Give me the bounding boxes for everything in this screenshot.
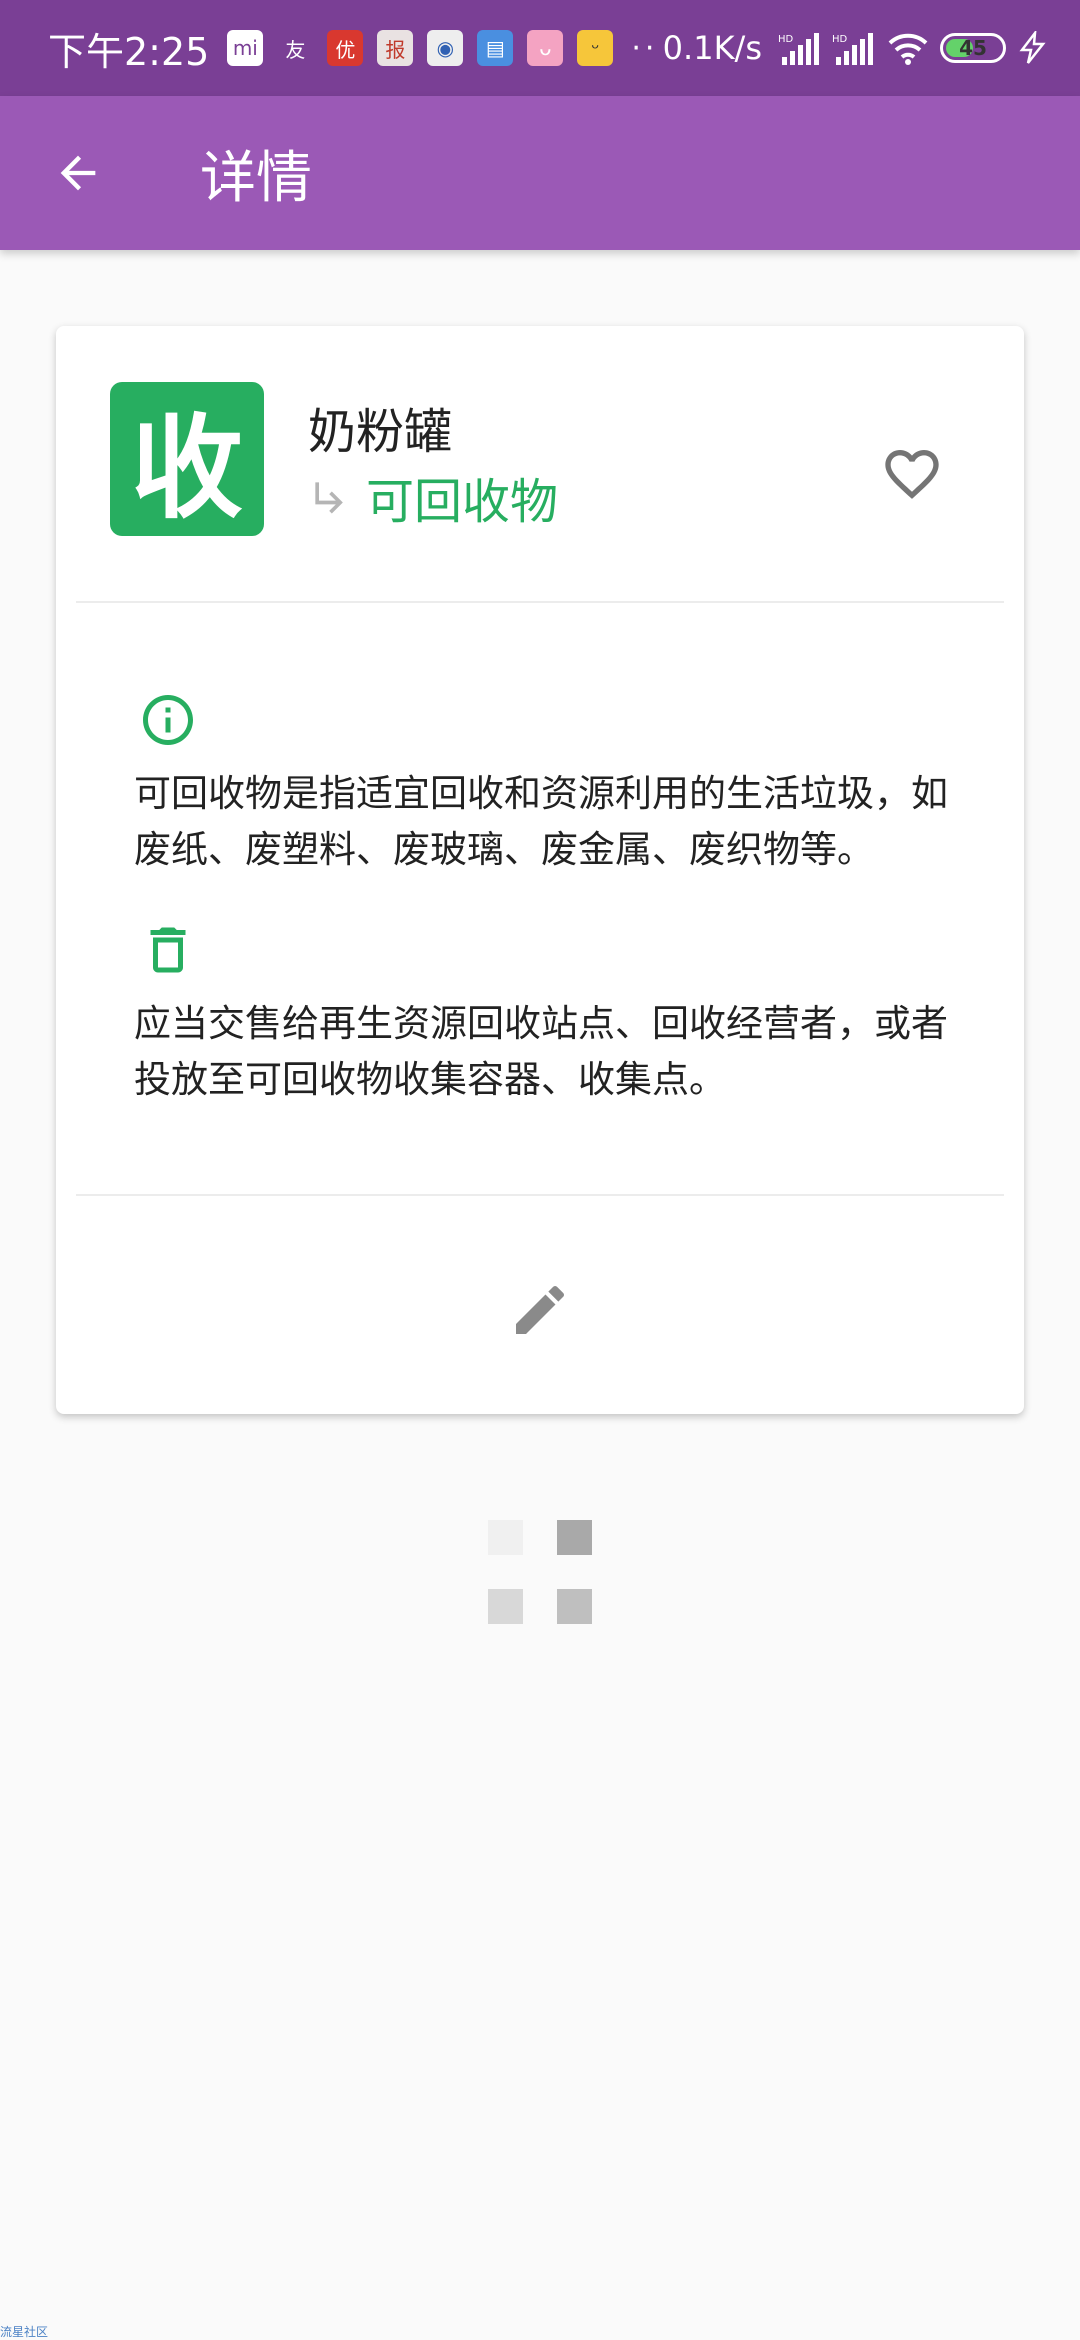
network-speed: 0.1K/s <box>662 29 762 67</box>
status-bar: 下午2:25 mi 友优报 ◉ ▤ ᴗ ᵕ ·· 0.1K/s HD HD 45 <box>0 0 1080 96</box>
loader-square <box>488 1520 523 1555</box>
category-name: 可回收物 <box>366 474 559 530</box>
watermark: 流星社区 <box>0 2325 49 2339</box>
svg-text:HD: HD <box>832 34 848 45</box>
friend-app-icon: 友 <box>285 37 306 62</box>
battery-icon: 45 <box>940 33 1006 63</box>
page-title: 详情 <box>200 145 312 211</box>
card-header: 收 奶粉罐 可回收物 <box>56 326 1024 602</box>
favorite-button[interactable] <box>876 438 948 510</box>
wifi-icon <box>888 33 928 65</box>
trash-icon <box>150 927 186 973</box>
status-right: 0.1K/s HD HD 45 <box>663 29 1050 67</box>
arrow-back-icon <box>60 155 96 191</box>
app-news-icon: 报 <box>377 30 414 66</box>
notification-icons: mi 友优报 ◉ ▤ ᴗ ᵕ <box>227 30 614 66</box>
category-badge: 收 <box>110 382 264 536</box>
signal-hd-icon-2: HD <box>832 33 873 65</box>
edit-button[interactable] <box>502 1272 578 1348</box>
loader-square <box>557 1589 592 1624</box>
svg-text:HD: HD <box>778 34 794 45</box>
disposal-section: 应当交售给再生资源回收站点、回收经营者，或者投放至可回收物收集容器、收集点。 <box>134 920 964 1108</box>
pencil-icon <box>516 1285 565 1334</box>
disposal-text: 应当交售给再生资源回收站点、回收经营者，或者投放至可回收物收集容器、收集点。 <box>134 1002 948 1101</box>
info-icon <box>143 695 193 745</box>
detail-card: 收 奶粉罐 可回收物 可回收物是指适宜回收和资源利用的生活垃圾，如废纸、废塑料、… <box>56 326 1024 1414</box>
app-yellow-icon: ᵕ <box>577 30 614 66</box>
definition-section: 可回收物是指适宜回收和资源利用的生活垃圾，如废纸、废塑料、废玻璃、废金属、废织物… <box>134 690 964 878</box>
definition-text: 可回收物是指适宜回收和资源利用的生活垃圾，如废纸、废塑料、废玻璃、废金属、废织物… <box>134 772 948 871</box>
divider-bottom <box>76 1194 1004 1196</box>
loader-square <box>557 1520 592 1555</box>
divider-top <box>76 601 1004 603</box>
category-row: 可回收物 <box>308 462 558 532</box>
battery-level: 45 <box>959 36 987 60</box>
heart-outline-icon <box>885 450 939 499</box>
signal-hd-icon: HD <box>778 33 819 65</box>
charging-icon <box>1019 31 1046 64</box>
back-button[interactable] <box>28 123 128 223</box>
item-name: 奶粉罐 <box>308 404 453 460</box>
subdirectory-arrow-icon <box>315 482 343 514</box>
status-time: 下午2:25 <box>48 29 210 74</box>
loading-indicator <box>488 1520 592 1624</box>
app-blue-icon: ◉ <box>427 30 464 66</box>
loader-square <box>488 1589 523 1624</box>
app-red-icon: 优 <box>327 30 364 66</box>
app-folder-icon: ▤ <box>477 30 514 66</box>
mi-store-icon: mi <box>227 30 264 66</box>
bilibili-icon: ᴗ <box>527 30 564 66</box>
app-bar: 详情 <box>0 96 1080 250</box>
more-notifications-icon: ·· <box>631 30 659 66</box>
